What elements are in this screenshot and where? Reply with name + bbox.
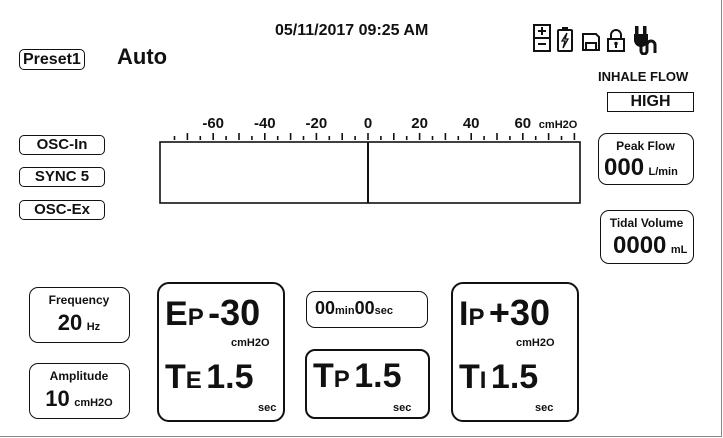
ti-button[interactable]: TI 1.5 bbox=[459, 358, 538, 397]
te-label-small: E bbox=[185, 367, 202, 394]
te-label-big: T bbox=[165, 358, 186, 396]
peak-flow-value: 000 bbox=[604, 154, 645, 181]
sync-button[interactable]: SYNC 5 bbox=[19, 167, 105, 187]
ip-value: +30 bbox=[488, 292, 550, 333]
timer-min-unit: min bbox=[335, 305, 355, 317]
te-unit: sec bbox=[258, 402, 277, 414]
frequency-button[interactable]: Frequency 20 Hz bbox=[29, 287, 130, 343]
amplitude-unit: cmH2O bbox=[74, 397, 113, 409]
tidal-volume-label: Tidal Volume bbox=[609, 216, 684, 230]
mode-label: Auto bbox=[117, 44, 168, 69]
amplitude-button[interactable]: Amplitude 10 cmH2O bbox=[29, 363, 130, 419]
scale-tick-label: 40 bbox=[463, 115, 480, 132]
amplitude-label: Amplitude bbox=[49, 369, 109, 383]
ti-value: 1.5 bbox=[490, 358, 539, 396]
ti-label-small: I bbox=[479, 367, 487, 394]
ep-unit: cmH2O bbox=[231, 337, 270, 349]
inhale-flow-button[interactable]: HIGH bbox=[607, 92, 694, 112]
inspiratory-panel: IP +30 cmH2O TI 1.5 sec bbox=[451, 282, 579, 422]
lock-icon bbox=[607, 29, 625, 52]
peak-flow-panel: Peak Flow 000 L/min bbox=[598, 133, 694, 185]
ep-label-big: E bbox=[165, 295, 188, 333]
scale-tick-label: 60 bbox=[514, 115, 531, 132]
scale-tick-label: -60 bbox=[202, 115, 224, 132]
scale-tick-label: -40 bbox=[254, 115, 276, 132]
tp-label-big: T bbox=[313, 357, 334, 395]
peak-flow-label: Peak Flow bbox=[616, 139, 675, 153]
frequency-value: 20 bbox=[57, 310, 83, 335]
tidal-volume-value: 0000 bbox=[613, 232, 667, 259]
inhale-flow-value: HIGH bbox=[630, 93, 671, 110]
datetime: 05/11/2017 09:25 AM bbox=[275, 22, 429, 39]
osc-ex-button[interactable]: OSC-Ex bbox=[19, 200, 105, 220]
ventilator-screen: 05/11/2017 09:25 AM Preset1 Auto INHALE … bbox=[0, 0, 722, 437]
tidal-volume-unit: mL bbox=[670, 244, 688, 256]
scale-tick-label: -20 bbox=[306, 115, 328, 132]
expiratory-panel: EP -30 cmH2O TE 1.5 sec bbox=[157, 282, 285, 422]
ip-unit: cmH2O bbox=[516, 337, 555, 349]
battery-charging-icon bbox=[557, 27, 573, 52]
te-button[interactable]: TE 1.5 bbox=[165, 358, 254, 397]
timer-sec-unit: sec bbox=[374, 305, 393, 317]
ti-label-big: T bbox=[459, 358, 480, 396]
osc-in-button[interactable]: OSC-In bbox=[19, 135, 105, 155]
ep-value: -30 bbox=[208, 292, 261, 333]
tp-unit: sec bbox=[393, 402, 412, 414]
timer-sec-value: 00 bbox=[354, 298, 375, 318]
scale-tick-label: 0 bbox=[364, 115, 372, 132]
power-plug-icon bbox=[634, 26, 657, 55]
preset-button[interactable]: Preset1 bbox=[19, 49, 85, 70]
ep-button[interactable]: EP -30 bbox=[165, 292, 260, 334]
scale-ticks: -60 -40 -20 0 20 40 60 cmH2O bbox=[173, 115, 578, 140]
scale-unit-label: cmH2O bbox=[539, 119, 578, 131]
ep-label-small: P bbox=[187, 304, 204, 331]
frequency-label: Frequency bbox=[48, 293, 110, 307]
pressure-scale: -60 -40 -20 0 20 40 60 cmH2O bbox=[159, 115, 581, 204]
timer-display: 00min00sec bbox=[306, 291, 428, 328]
battery-level-icon bbox=[533, 24, 551, 52]
te-value: 1.5 bbox=[206, 358, 254, 396]
timer-min-value: 00 bbox=[315, 298, 336, 318]
scale-tick-label: 20 bbox=[411, 115, 428, 132]
frequency-unit: Hz bbox=[86, 321, 101, 333]
peak-flow-unit: L/min bbox=[648, 166, 678, 178]
ip-button[interactable]: IP +30 bbox=[459, 292, 550, 334]
ti-unit: sec bbox=[535, 402, 554, 414]
ip-label-small: P bbox=[468, 304, 485, 331]
tp-value: 1.5 bbox=[354, 357, 402, 395]
inhale-flow-label: INHALE FLOW bbox=[598, 69, 689, 84]
tp-label-small: P bbox=[333, 366, 350, 393]
tidal-volume-panel: Tidal Volume 0000 mL bbox=[600, 210, 694, 264]
amplitude-value: 10 bbox=[45, 386, 70, 411]
save-icon bbox=[582, 33, 600, 51]
pressure-bar-frame bbox=[159, 141, 581, 204]
tp-button[interactable]: TP 1.5 sec bbox=[305, 349, 430, 419]
